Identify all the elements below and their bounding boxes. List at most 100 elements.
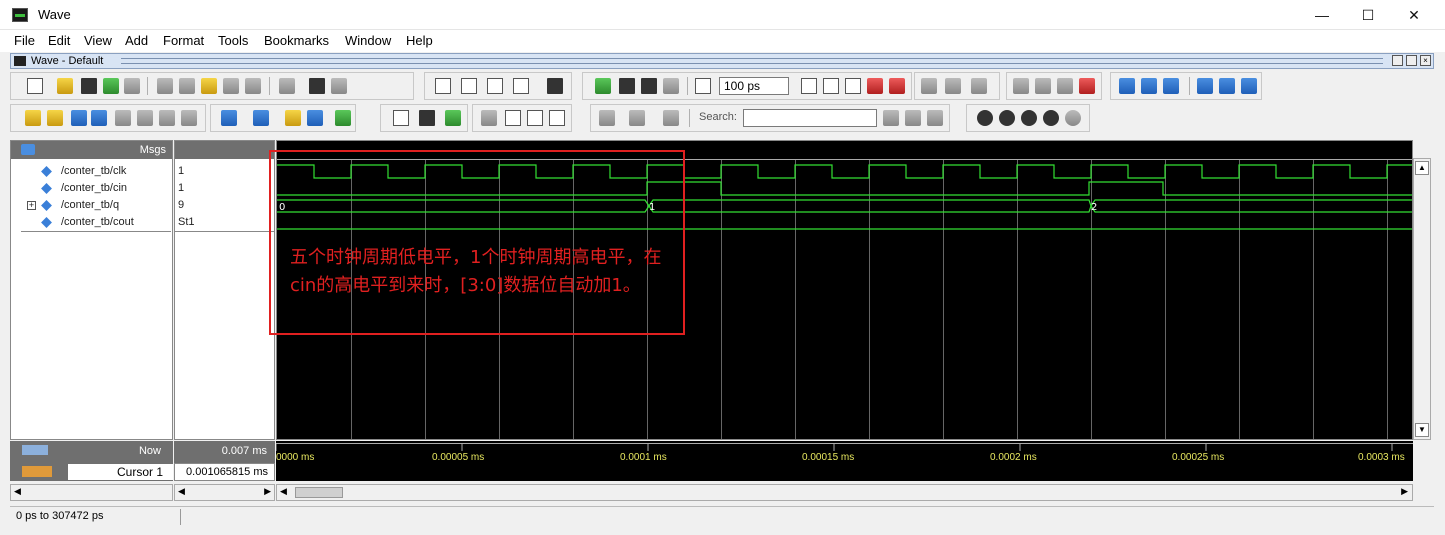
- select-mode-icon[interactable]: [435, 78, 451, 94]
- pan-mode-icon[interactable]: [487, 78, 503, 94]
- find-next-icon[interactable]: [137, 110, 153, 126]
- delete-cursor-icon[interactable]: [47, 110, 63, 126]
- find-icon[interactable]: [309, 78, 325, 94]
- vertical-scrollbar[interactable]: ▲ ▼: [1413, 158, 1431, 440]
- menu-format[interactable]: Format: [163, 33, 204, 48]
- minimize-button[interactable]: —: [1299, 0, 1345, 30]
- filter-icon[interactable]: [663, 110, 679, 126]
- search-input[interactable]: [743, 109, 877, 127]
- find-rise-icon[interactable]: [181, 110, 197, 126]
- menu-view[interactable]: View: [84, 33, 112, 48]
- rising-edge-icon[interactable]: [505, 110, 521, 126]
- inspect-icon[interactable]: [1057, 78, 1073, 94]
- goto-icon[interactable]: [1241, 78, 1257, 94]
- break-icon[interactable]: [279, 78, 295, 94]
- zoom-range-icon[interactable]: [1065, 110, 1081, 126]
- value-hscroll[interactable]: ◀ ▶: [174, 484, 275, 501]
- bookmark-icon[interactable]: [307, 110, 323, 126]
- add-cursor-icon[interactable]: [25, 110, 41, 126]
- step-forward-icon[interactable]: [663, 78, 679, 94]
- menu-edit[interactable]: Edit: [48, 33, 70, 48]
- reload-icon[interactable]: [103, 78, 119, 94]
- undo-icon[interactable]: [223, 78, 239, 94]
- menu-bookmarks[interactable]: Bookmarks: [264, 33, 329, 48]
- expand-icon[interactable]: +: [27, 201, 36, 210]
- refresh-icon[interactable]: [335, 110, 351, 126]
- open-folder-icon[interactable]: [57, 78, 73, 94]
- logic-icon[interactable]: [419, 110, 435, 126]
- menu-tools[interactable]: Tools: [218, 33, 248, 48]
- cursor-label[interactable]: Cursor 1: [68, 464, 173, 480]
- restore-icon[interactable]: [1406, 55, 1417, 66]
- menu-add[interactable]: Add: [125, 33, 148, 48]
- grid-icon[interactable]: [1035, 78, 1051, 94]
- up-step-icon[interactable]: [1163, 78, 1179, 94]
- step-back-icon[interactable]: [641, 78, 657, 94]
- expand-icon[interactable]: [599, 110, 615, 126]
- zoom-mode-icon[interactable]: [461, 78, 477, 94]
- wave-hscroll[interactable]: ◀ ▶: [276, 484, 1413, 501]
- search-prev-icon[interactable]: [883, 110, 899, 126]
- scroll-left-icon[interactable]: ◀: [14, 486, 21, 497]
- collapse-icon[interactable]: [629, 110, 645, 126]
- drag-grip[interactable]: [121, 58, 1383, 64]
- menu-help[interactable]: Help: [406, 33, 433, 48]
- signal-row-clk[interactable]: /conter_tb/clk: [11, 163, 172, 180]
- new-file-icon[interactable]: [27, 78, 43, 94]
- zoom-in-icon[interactable]: [977, 110, 993, 126]
- wave-cog-icon[interactable]: [21, 144, 35, 155]
- redo-icon[interactable]: [245, 78, 261, 94]
- signal-row-cin[interactable]: /conter_tb/cin: [11, 180, 172, 197]
- signal-row-q[interactable]: + /conter_tb/q: [11, 197, 172, 214]
- break-sim-icon[interactable]: [867, 78, 883, 94]
- group-icon[interactable]: [285, 110, 301, 126]
- now-icons[interactable]: [22, 445, 48, 455]
- cursor-icons[interactable]: [22, 466, 52, 477]
- scroll-up-icon[interactable]: ▲: [1415, 161, 1429, 175]
- run-length-icon[interactable]: [695, 78, 711, 94]
- undock-icon[interactable]: [1392, 55, 1403, 66]
- format-icon[interactable]: [331, 78, 347, 94]
- search-options-icon[interactable]: [927, 110, 943, 126]
- cut-icon[interactable]: [157, 78, 173, 94]
- scroll-thumb[interactable]: [295, 487, 343, 498]
- paste-icon[interactable]: [201, 78, 217, 94]
- close-button[interactable]: ✕: [1391, 0, 1437, 30]
- jump-icon[interactable]: [1141, 78, 1157, 94]
- find-prev-icon[interactable]: [115, 110, 131, 126]
- stop-sim-icon[interactable]: [547, 78, 563, 94]
- search-next-icon[interactable]: [905, 110, 921, 126]
- any-edge-icon[interactable]: [549, 110, 565, 126]
- insert-icon[interactable]: [221, 110, 237, 126]
- next-edge-icon[interactable]: [1197, 78, 1213, 94]
- copy-icon[interactable]: [179, 78, 195, 94]
- save-icon[interactable]: [81, 78, 97, 94]
- scroll-left-icon[interactable]: ◀: [280, 486, 287, 497]
- zoom-cursor-icon[interactable]: [1043, 110, 1059, 126]
- continue-icon[interactable]: [823, 78, 839, 94]
- step-up-icon[interactable]: [619, 78, 635, 94]
- step-out-icon[interactable]: [971, 78, 987, 94]
- step-over-icon[interactable]: [945, 78, 961, 94]
- scroll-right-icon[interactable]: ▶: [264, 486, 271, 497]
- print-icon[interactable]: [124, 78, 140, 94]
- stop-icon[interactable]: [889, 78, 905, 94]
- edit-mode-icon[interactable]: [513, 78, 529, 94]
- run-length-input[interactable]: 100 ps: [719, 77, 789, 95]
- menu-window[interactable]: Window: [345, 33, 391, 48]
- down-step-icon[interactable]: [1119, 78, 1135, 94]
- signal-row-cout[interactable]: /conter_tb/cout: [11, 214, 172, 231]
- run-all-icon[interactable]: [845, 78, 861, 94]
- zoom-out-icon[interactable]: [999, 110, 1015, 126]
- insert-divider-icon[interactable]: [253, 110, 269, 126]
- subwindow-close-icon[interactable]: ×: [1420, 55, 1431, 66]
- analog-icon[interactable]: [445, 110, 461, 126]
- scroll-left-icon[interactable]: ◀: [178, 486, 185, 497]
- maximize-button[interactable]: ☐: [1345, 0, 1391, 30]
- layout-icon[interactable]: [1013, 78, 1029, 94]
- name-hscroll[interactable]: ◀: [10, 484, 173, 501]
- dotted-icon[interactable]: [481, 110, 497, 126]
- menu-file[interactable]: File: [14, 33, 35, 48]
- restart-icon[interactable]: [595, 78, 611, 94]
- run-icon[interactable]: [801, 78, 817, 94]
